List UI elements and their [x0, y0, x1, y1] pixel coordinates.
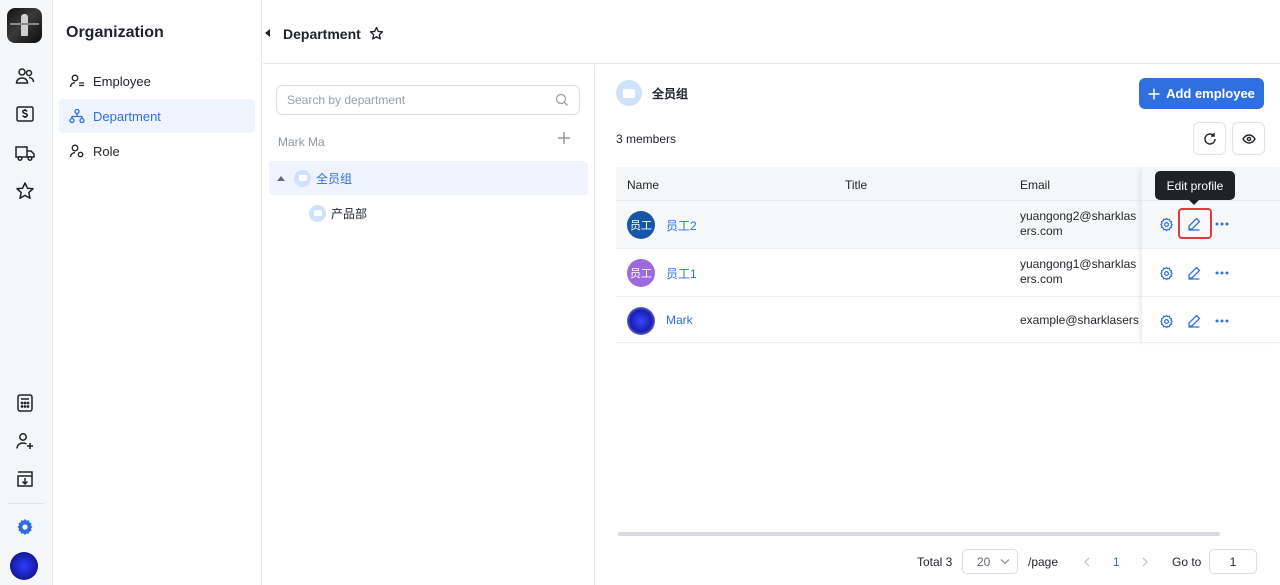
- tree-node-all[interactable]: 全员组: [269, 161, 588, 195]
- settings-icon[interactable]: [13, 515, 37, 539]
- eye-icon: [1241, 133, 1256, 144]
- page-header: Department: [263, 0, 1280, 64]
- department-node-icon: [309, 204, 326, 222]
- department-icon: [69, 108, 85, 124]
- collapse-caret-icon[interactable]: [277, 175, 285, 181]
- department-search[interactable]: [276, 85, 580, 115]
- employee-email: yuangong2@sharklasers.com: [1020, 209, 1137, 238]
- sidebar-item-label: Employee: [93, 73, 151, 89]
- column-email[interactable]: Email: [1020, 178, 1050, 192]
- truck-icon[interactable]: [13, 141, 37, 165]
- more-icon[interactable]: [1211, 310, 1233, 332]
- goto-page-input[interactable]: 1: [1209, 549, 1257, 574]
- add-employee-button[interactable]: Add employee: [1139, 78, 1264, 109]
- app-rail: [0, 0, 53, 585]
- calculator-icon[interactable]: [13, 391, 37, 415]
- column-title[interactable]: Title: [845, 178, 867, 192]
- search-icon: [555, 93, 569, 107]
- more-icon[interactable]: [1211, 262, 1233, 284]
- department-node-icon: [294, 169, 311, 187]
- sidebar-item-label: Department: [93, 108, 161, 124]
- plus-icon: [1148, 88, 1160, 100]
- employee-name[interactable]: 员工2: [666, 217, 697, 234]
- sidebar-item-employee[interactable]: Employee: [59, 64, 255, 98]
- billing-icon[interactable]: [13, 102, 37, 126]
- download-icon[interactable]: [13, 467, 37, 491]
- department-tree-panel: Mark Ma 全员组 产品部: [263, 65, 595, 585]
- user-avatar[interactable]: [10, 552, 38, 580]
- edit-profile-tooltip: Edit profile: [1155, 171, 1235, 205]
- page-size-select[interactable]: 20: [962, 549, 1018, 574]
- group-header: 全员组: [616, 80, 688, 106]
- refresh-icon: [1203, 132, 1216, 145]
- employee-email: example@sharklasers.com: [1020, 313, 1140, 327]
- permission-icon[interactable]: [1155, 213, 1177, 235]
- per-page-label: /page: [1028, 554, 1059, 569]
- tree-node-product[interactable]: 产品部: [309, 196, 367, 230]
- app-logo[interactable]: [7, 8, 42, 43]
- star-icon[interactable]: [13, 179, 37, 203]
- chevron-down-icon: [1000, 558, 1010, 565]
- column-name[interactable]: Name: [627, 178, 659, 192]
- search-input[interactable]: [287, 93, 555, 107]
- employee-email: yuangong1@sharklasers.com: [1020, 257, 1137, 286]
- goto-label: Go to: [1172, 554, 1202, 569]
- sidebar-item-role[interactable]: Role: [59, 134, 255, 168]
- employee-icon: [69, 73, 85, 89]
- avatar: [627, 307, 655, 335]
- page-number[interactable]: 1: [1113, 549, 1120, 574]
- avatar: 员工: [627, 259, 655, 287]
- more-icon[interactable]: [1211, 213, 1233, 235]
- org-sidebar: Organization Employee Department Role: [53, 0, 262, 585]
- permission-icon[interactable]: [1155, 262, 1177, 284]
- favorite-star-icon[interactable]: [369, 26, 384, 41]
- tree-node-label: 产品部: [331, 206, 368, 221]
- sidebar-title: Organization: [66, 24, 164, 41]
- avatar: 员工: [627, 211, 655, 239]
- sidebar-item-department[interactable]: Department: [59, 99, 255, 133]
- total-count: Total 3: [917, 554, 953, 569]
- role-icon: [69, 143, 85, 159]
- page-title: Department: [283, 26, 361, 42]
- edit-profile-icon[interactable]: [1183, 310, 1205, 332]
- group-name: 全员组: [652, 86, 689, 101]
- sidebar-item-label: Role: [93, 143, 120, 159]
- edit-highlight-box: [1178, 208, 1212, 239]
- refresh-button[interactable]: [1193, 122, 1226, 155]
- edit-profile-icon[interactable]: [1183, 262, 1205, 284]
- prev-page-icon[interactable]: [1083, 549, 1091, 574]
- employee-name[interactable]: Mark: [666, 313, 693, 327]
- employee-name[interactable]: 员工1: [666, 265, 697, 282]
- page-size-value: 20: [977, 554, 991, 569]
- horizontal-scrollbar[interactable]: [618, 532, 1220, 536]
- view-button[interactable]: [1232, 122, 1265, 155]
- group-icon: [616, 80, 642, 106]
- next-page-icon[interactable]: [1141, 549, 1149, 574]
- people-icon[interactable]: [13, 64, 37, 88]
- rail-divider: [8, 503, 44, 504]
- add-employee-label: Add employee: [1166, 86, 1255, 101]
- tree-root-label: Mark Ma: [278, 135, 325, 149]
- add-user-icon[interactable]: [13, 429, 37, 453]
- permission-icon[interactable]: [1155, 310, 1177, 332]
- add-department-icon[interactable]: [557, 131, 571, 145]
- member-count: 3 members: [616, 132, 677, 146]
- tree-node-label: 全员组: [316, 171, 353, 186]
